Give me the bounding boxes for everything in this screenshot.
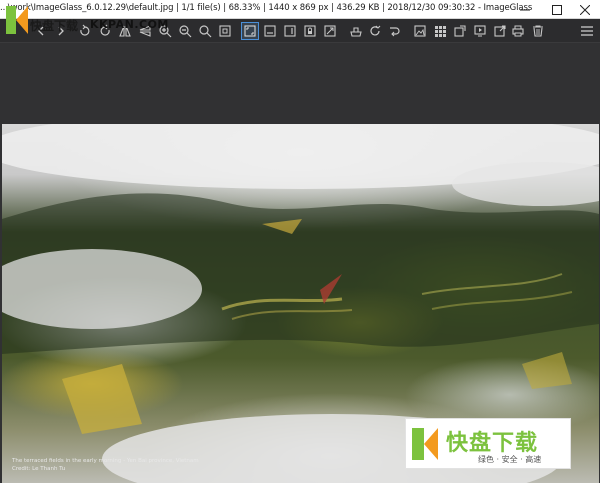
fullscreen-icon [454, 25, 466, 37]
zoom-in-icon [159, 25, 172, 38]
goto-image-icon [390, 27, 400, 37]
delete-button[interactable] [529, 22, 547, 40]
flip-horizontal-button[interactable] [116, 22, 134, 40]
auto-zoom-icon [244, 25, 256, 37]
print-button[interactable] [509, 22, 527, 40]
slideshow-icon [474, 25, 486, 37]
watermark-tagline: 绿色 · 安全 · 高速 [478, 455, 542, 464]
rotate-right-button[interactable] [96, 22, 114, 40]
back-button[interactable] [32, 22, 50, 40]
auto-zoom-button[interactable] [241, 22, 259, 40]
maximize-button[interactable] [542, 0, 572, 19]
scale-to-width-button[interactable] [261, 22, 279, 40]
maximize-icon [552, 4, 562, 15]
export-icon [494, 25, 506, 37]
photo-caption: The terraced fields in the early morning… [12, 457, 199, 473]
caption-line-2: Credit: Le Thanh Tu [12, 466, 66, 472]
back-icon [38, 26, 44, 36]
zoom-out-button[interactable] [176, 22, 194, 40]
watermark-bottom: 快盘下载 绿色 · 安全 · 高速 [405, 418, 571, 469]
scale-to-height-icon [284, 25, 296, 37]
zoom-out-icon [179, 25, 192, 38]
refresh-button[interactable] [366, 22, 384, 40]
title-bar: ...\work\ImageGlass_6.0.12.29\default.jp… [0, 0, 600, 19]
forward-icon [58, 26, 64, 36]
menu-button[interactable] [578, 22, 596, 40]
export-button[interactable] [491, 22, 509, 40]
lock-zoom-icon [304, 25, 316, 37]
checkerboard-icon [350, 27, 362, 37]
rotate-left-button[interactable] [76, 22, 94, 40]
window-title: ...\work\ImageGlass_6.0.12.29\default.jp… [0, 3, 533, 13]
refresh-icon [370, 25, 381, 36]
slideshow-button[interactable] [471, 22, 489, 40]
watermark-logo-bottom-icon [412, 428, 438, 460]
menu-icon [581, 26, 593, 36]
watermark-brand-bottom: 快盘下载 [446, 431, 539, 456]
lock-zoom-button[interactable] [301, 22, 319, 40]
image-viewer[interactable]: The terraced fields in the early morning… [0, 43, 600, 483]
forward-button[interactable] [52, 22, 70, 40]
thumbnail-icon [414, 25, 426, 37]
flip-vertical-button[interactable] [136, 22, 154, 40]
scale-to-fit-button[interactable] [321, 22, 339, 40]
minimize-button[interactable] [510, 0, 540, 19]
checkerboard-button[interactable] [347, 22, 365, 40]
zoom-in-button[interactable] [156, 22, 174, 40]
close-icon [580, 4, 590, 15]
caption-line-1: The terraced fields in the early morning… [12, 458, 199, 464]
flip-vertical-icon [139, 25, 151, 37]
scale-to-fit-icon [324, 25, 336, 37]
toolbar [0, 19, 600, 43]
grid-icon [435, 26, 446, 37]
fullscreen-button[interactable] [451, 22, 469, 40]
thumbnail-button[interactable] [411, 22, 429, 40]
actual-size-button[interactable] [216, 22, 234, 40]
scale-to-width-icon [264, 25, 276, 37]
zoom-icon [199, 25, 212, 38]
close-button[interactable] [570, 0, 600, 19]
flip-horizontal-icon [119, 25, 131, 37]
scale-to-height-button[interactable] [281, 22, 299, 40]
minimize-icon [520, 9, 530, 10]
grid-button[interactable] [431, 22, 449, 40]
rotate-left-icon [80, 24, 90, 36]
zoom-button[interactable] [196, 22, 214, 40]
print-icon [512, 25, 524, 37]
goto-image-button[interactable] [385, 22, 403, 40]
actual-size-icon [219, 25, 231, 37]
rotate-right-icon [100, 24, 110, 36]
delete-icon [533, 25, 543, 37]
